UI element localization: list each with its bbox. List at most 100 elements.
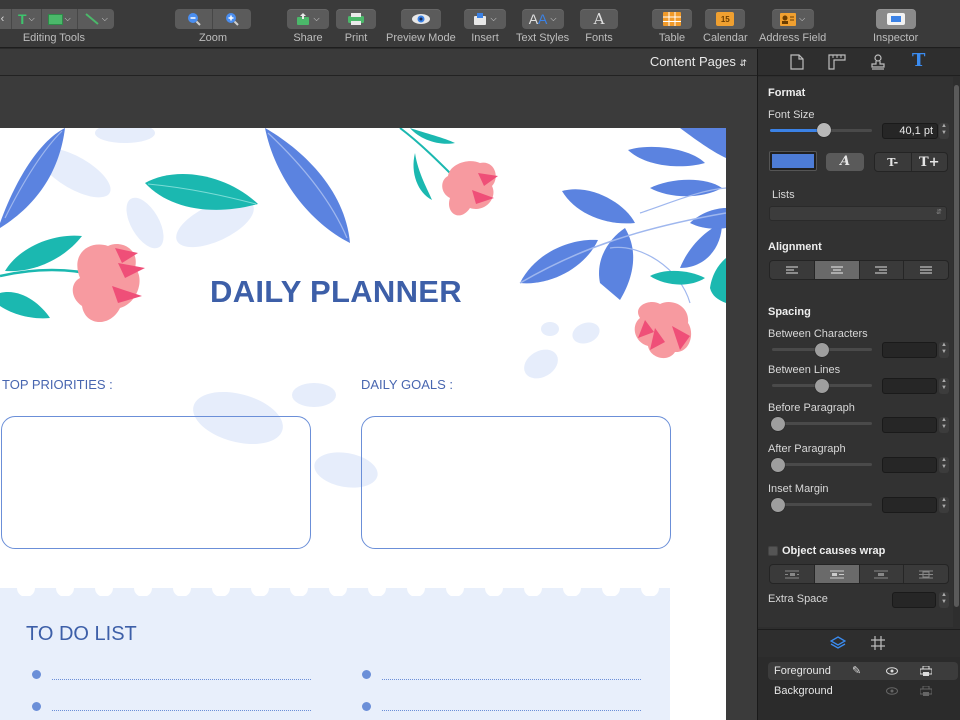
extra-space-label: Extra Space — [768, 593, 828, 605]
print-button[interactable] — [336, 9, 376, 29]
before-paragraph-slider[interactable] — [772, 422, 872, 425]
between-lines-field[interactable] — [882, 378, 937, 394]
decrease-font-size-button[interactable]: T- — [875, 153, 912, 171]
text-tool-button[interactable]: T ⌵ — [12, 9, 42, 29]
calendar-label: Calendar — [703, 32, 748, 44]
fonts-button[interactable]: A — [580, 9, 618, 29]
todo-line[interactable] — [52, 679, 311, 680]
pointer-tool-button[interactable]: ‹ — [0, 9, 12, 29]
line-icon — [85, 13, 99, 25]
layer-foreground-row[interactable]: Foreground ✎ — [768, 662, 958, 680]
share-group: ⌵ Share — [287, 9, 329, 44]
printer-icon[interactable] — [920, 686, 932, 696]
eye-icon[interactable] — [886, 667, 898, 675]
address-card-icon — [780, 12, 797, 26]
between-characters-stepper[interactable]: ▲ ▼ — [939, 342, 949, 358]
toolbar: ‹ T ⌵ ⌵ ⌵ Editing Tools Zoom ⌵ Share Pri… — [0, 0, 960, 48]
between-characters-label: Between Characters — [768, 328, 868, 340]
between-characters-field[interactable] — [882, 342, 937, 358]
inspector-button[interactable] — [875, 9, 916, 29]
font-size-stepper[interactable]: ▲ ▼ — [939, 123, 949, 139]
calendar-button[interactable]: 15 — [705, 9, 746, 29]
font-size-slider-knob[interactable] — [817, 123, 831, 137]
daily-goals-box[interactable] — [361, 416, 671, 549]
document-page[interactable]: DAILY PLANNER TOP PRIORITIES : DAILY GOA… — [0, 128, 726, 720]
wrap-left-button[interactable] — [814, 565, 860, 583]
wrap-checkbox[interactable] — [768, 546, 778, 556]
inset-margin-slider-knob[interactable] — [771, 498, 785, 512]
chevron-down-icon: ⌵ — [799, 14, 806, 23]
pencil-icon[interactable]: ✎ — [852, 662, 861, 680]
align-left-icon — [785, 266, 798, 273]
inset-margin-field[interactable] — [882, 497, 937, 513]
content-pages-selector[interactable]: Content Pages ⇵ — [650, 54, 747, 69]
inset-margin-slider[interactable] — [772, 503, 872, 506]
after-paragraph-slider[interactable] — [772, 463, 872, 466]
between-lines-stepper[interactable]: ▲ ▼ — [939, 378, 949, 394]
align-justify-button[interactable] — [904, 261, 948, 279]
alignment-segment — [769, 260, 949, 280]
table-button[interactable] — [652, 9, 692, 29]
before-paragraph-field[interactable] — [882, 417, 937, 433]
after-paragraph-slider-knob[interactable] — [771, 458, 785, 472]
scalloped-edge-decoration — [17, 580, 659, 596]
top-priorities-box[interactable] — [1, 416, 311, 549]
insert-label: Insert — [471, 32, 499, 44]
grid-icon[interactable] — [871, 636, 885, 650]
line-tool-button[interactable]: ⌵ — [78, 9, 114, 29]
lists-popup[interactable]: ⇵ — [769, 206, 947, 221]
todo-title: TO DO LIST — [26, 623, 137, 645]
insert-icon — [474, 12, 487, 25]
font-size-field[interactable]: 40,1 pt — [882, 123, 938, 139]
eye-icon[interactable] — [886, 687, 898, 695]
italic-button[interactable]: A — [826, 153, 864, 171]
text-format-tab-icon[interactable]: T — [912, 50, 925, 71]
inspector-label: Inspector — [873, 32, 919, 44]
wrap-around-button[interactable] — [770, 565, 815, 583]
todo-line[interactable] — [382, 710, 641, 711]
text-color-well[interactable] — [769, 151, 817, 171]
before-paragraph-slider-knob[interactable] — [771, 417, 785, 431]
align-center-button[interactable] — [814, 261, 860, 279]
printer-icon[interactable] — [920, 666, 932, 676]
extra-space-stepper[interactable]: ▲ ▼ — [939, 592, 949, 608]
zoom-out-button[interactable] — [175, 9, 213, 29]
ruler-icon[interactable] — [828, 54, 846, 70]
share-button[interactable]: ⌵ — [287, 9, 329, 29]
zoom-in-button[interactable] — [213, 9, 251, 29]
todo-line[interactable] — [382, 679, 641, 680]
address-field-group: ⌵ Address Field — [759, 9, 826, 44]
after-paragraph-stepper[interactable]: ▲ ▼ — [939, 457, 949, 473]
align-left-button[interactable] — [770, 261, 815, 279]
preview-mode-button[interactable] — [400, 9, 441, 29]
up-down-chevron-icon: ⇵ — [739, 58, 747, 68]
after-paragraph-field[interactable] — [882, 457, 937, 473]
address-field-button[interactable]: ⌵ — [771, 9, 814, 29]
text-styles-button[interactable]: AA ⌵ — [521, 9, 564, 29]
shape-tool-button[interactable]: ⌵ — [42, 9, 78, 29]
zoom-out-icon — [187, 13, 201, 26]
between-characters-slider-knob[interactable] — [815, 343, 829, 357]
inspector-scrollbar[interactable] — [954, 85, 959, 607]
wrap-top-bottom-button[interactable] — [860, 565, 905, 583]
stamp-icon[interactable] — [870, 54, 886, 70]
chevron-down-icon: ⌵ — [64, 14, 71, 23]
extra-space-field[interactable] — [892, 592, 936, 608]
insert-group: ⌵ Insert — [464, 9, 506, 44]
layers-icon[interactable] — [830, 636, 846, 650]
text-styles-icon: AA — [528, 11, 548, 27]
align-right-button[interactable] — [860, 261, 905, 279]
insert-button[interactable]: ⌵ — [464, 9, 506, 29]
before-paragraph-stepper[interactable]: ▲ ▼ — [939, 417, 949, 433]
increase-font-size-button[interactable]: T+ — [912, 153, 948, 171]
wrap-none-button[interactable] — [904, 565, 948, 583]
inspector-icon — [886, 13, 905, 25]
layer-background-row[interactable]: Background — [768, 682, 958, 700]
document-icon[interactable] — [790, 54, 804, 70]
inset-margin-stepper[interactable]: ▲ ▼ — [939, 497, 949, 513]
todo-bullet — [32, 702, 41, 711]
text-styles-label: Text Styles — [516, 32, 570, 44]
between-lines-slider-knob[interactable] — [815, 379, 829, 393]
todo-line[interactable] — [52, 710, 311, 711]
fonts-icon: A — [593, 10, 605, 28]
